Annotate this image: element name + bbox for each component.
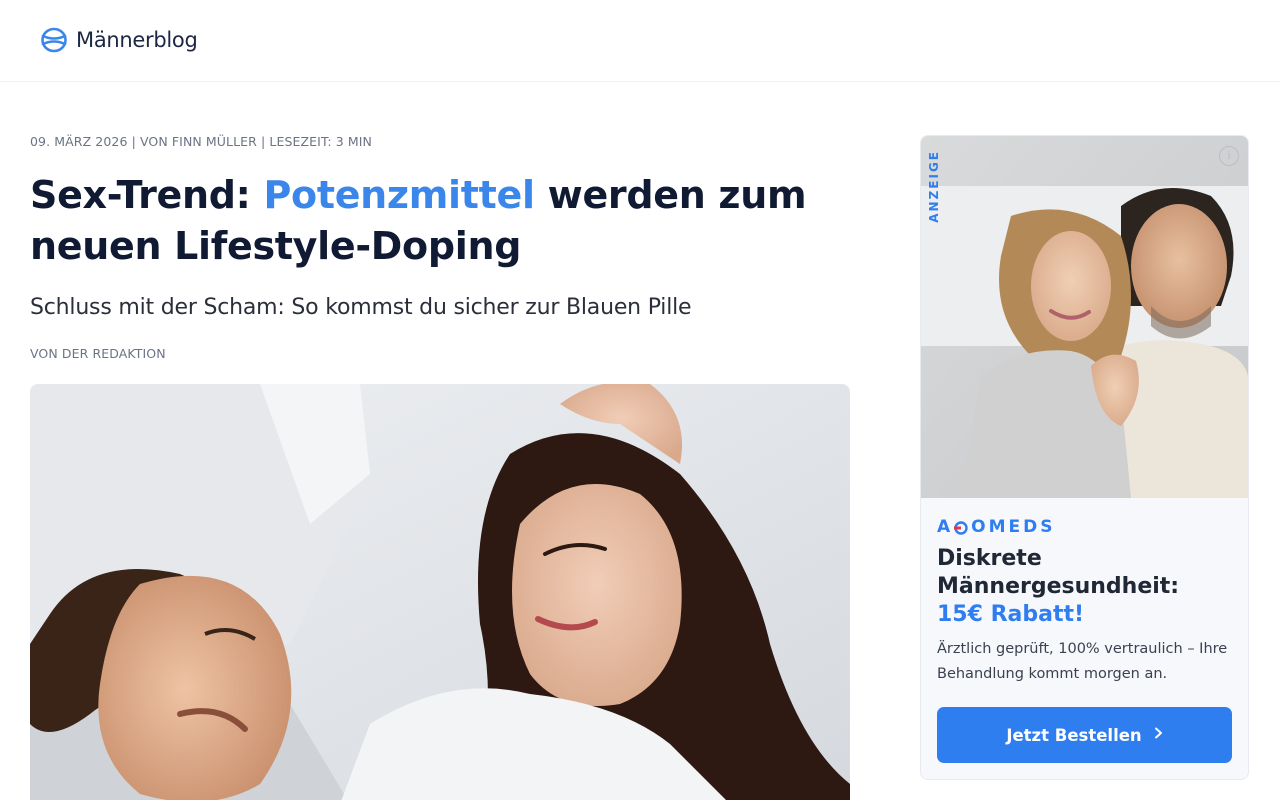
brand-logo-icon	[954, 520, 968, 535]
ad-brand-part2: OMEDS	[971, 517, 1056, 537]
logo-icon	[41, 27, 67, 53]
site-header: Männerblog	[0, 0, 1280, 82]
sidebar-ad[interactable]: ANZEIGE i A OMEDS Diskrete Männergesundh…	[920, 135, 1249, 780]
ad-description: Ärztlich geprüft, 100% vertraulich – Ihr…	[937, 641, 1228, 682]
chevron-right-icon	[1154, 727, 1163, 743]
article-meta: 09. MÄRZ 2026 | VON FINN MÜLLER | LESEZE…	[30, 134, 372, 149]
headline-start: Sex-Trend:	[30, 173, 264, 217]
ad-image[interactable]: ANZEIGE i	[921, 136, 1248, 498]
article-subheadline: Schluss mit der Scham: So kommst du sich…	[30, 295, 692, 320]
ad-title: Diskrete Männergesundheit: 15€ Rabatt!	[937, 545, 1237, 629]
article-headline: Sex-Trend: Potenzmittel werden zum neuen…	[30, 170, 830, 272]
info-icon[interactable]: i	[1219, 146, 1239, 166]
site-logo[interactable]: Männerblog	[40, 24, 198, 56]
headline-accent: Potenzmittel	[263, 173, 535, 217]
ad-brand: A OMEDS	[937, 517, 1056, 537]
ad-title-line: Diskrete Männergesundheit:	[937, 546, 1180, 599]
site-name: Männerblog	[76, 28, 198, 52]
order-now-button[interactable]: Jetzt Bestellen	[937, 707, 1232, 763]
article-byline: VON DER REDAKTION	[30, 346, 166, 361]
ad-brand-part1: A	[937, 517, 954, 537]
order-now-label: Jetzt Bestellen	[1006, 725, 1142, 745]
ad-title-accent: 15€ Rabatt!	[937, 602, 1085, 627]
hero-image	[30, 384, 850, 800]
ad-label: ANZEIGE	[927, 150, 941, 223]
